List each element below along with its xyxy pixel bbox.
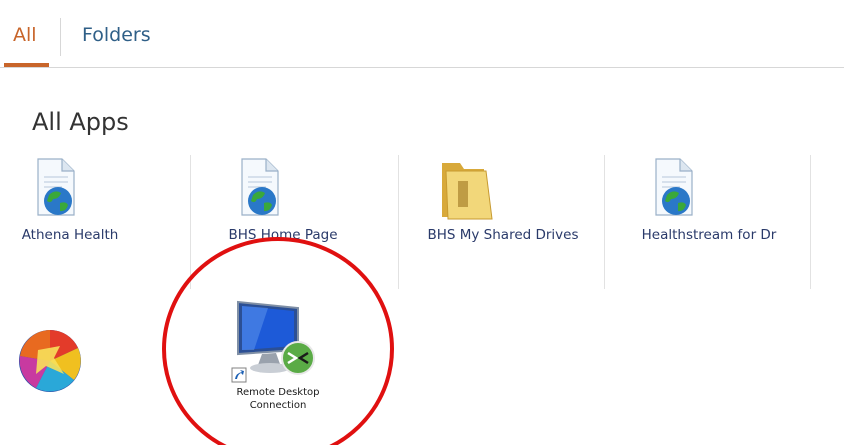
remote-desktop-icon[interactable]	[228, 296, 328, 388]
app-tile-bhs-home-page[interactable]: BHS Home Page	[200, 155, 366, 289]
page-title: All Apps	[32, 108, 129, 136]
app-launcher: All Folders All Apps Athena Health BHS H…	[0, 0, 844, 445]
tile-divider	[810, 155, 811, 289]
app-label-line: Remote Desktop	[236, 387, 320, 398]
remote-desktop-label: Remote Desktop Connection	[222, 386, 334, 412]
app-label: BHS My Shared Drives	[427, 227, 579, 243]
colorful-app-icon[interactable]	[16, 328, 84, 394]
app-tile-healthstream-for-dr[interactable]: Healthstream for Dr	[620, 155, 798, 289]
tile-divider	[398, 155, 399, 289]
tab-folders[interactable]: Folders	[82, 24, 151, 46]
app-label: BHS Home Page	[228, 227, 338, 243]
web-shortcut-icon	[241, 158, 279, 216]
app-tile-bhs-my-shared-drives[interactable]: BHS My Shared Drives	[408, 155, 598, 289]
tab-separator	[60, 18, 61, 56]
app-label: Athena Health	[21, 227, 119, 243]
folder-icon	[442, 163, 493, 220]
tile-divider	[604, 155, 605, 289]
app-tile-athena-health[interactable]: Athena Health	[0, 155, 140, 289]
app-label: Healthstream for Dr	[641, 227, 777, 243]
tab-bar: All Folders	[0, 0, 844, 68]
web-shortcut-icon	[37, 158, 75, 216]
web-shortcut-icon	[655, 158, 693, 216]
tab-all[interactable]: All	[13, 24, 37, 46]
app-label-line: Connection	[249, 400, 307, 411]
active-tab-indicator	[4, 63, 49, 67]
tile-divider	[190, 155, 191, 289]
